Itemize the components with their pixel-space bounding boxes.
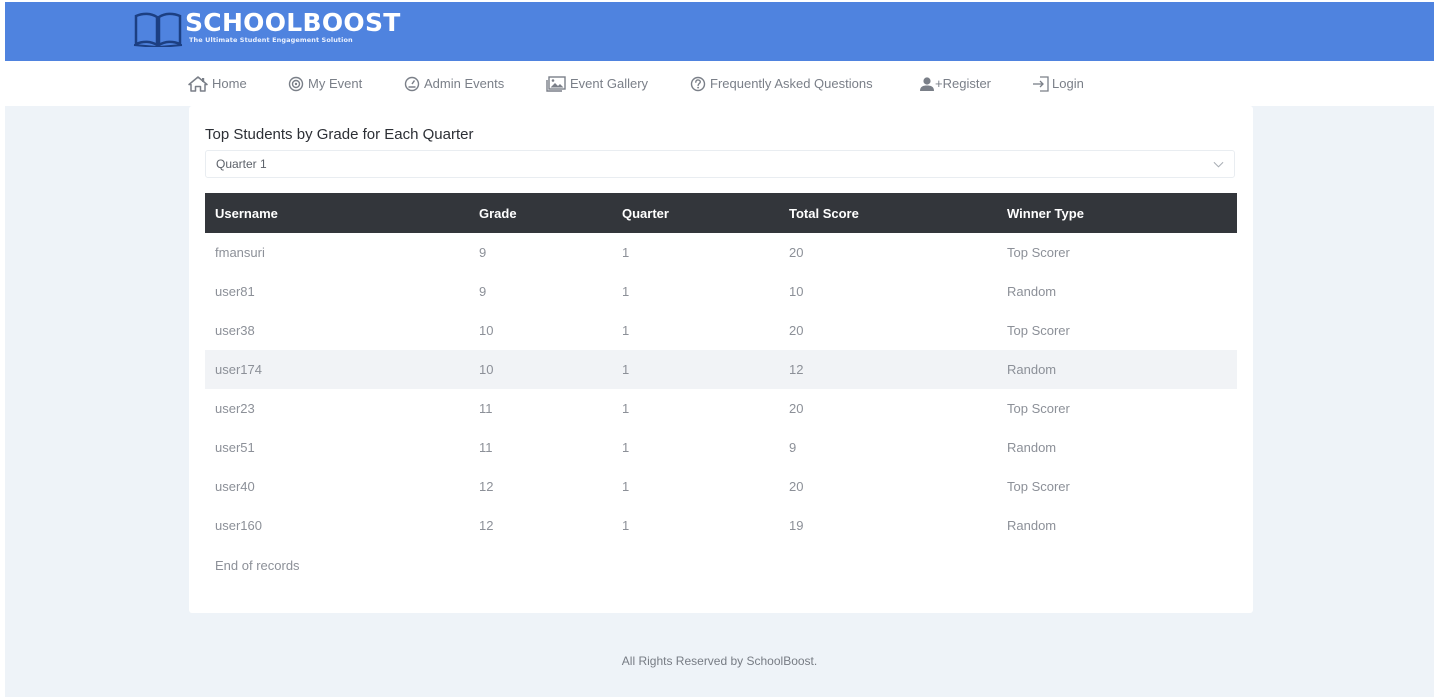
nav-faq-label: Frequently Asked Questions xyxy=(710,76,873,91)
column-header-username[interactable]: Username xyxy=(205,193,469,233)
nav-admin-events[interactable]: Admin Events xyxy=(404,61,504,106)
cell-username: user174 xyxy=(215,362,262,377)
cell-winner-type: Top Scorer xyxy=(1007,401,1070,416)
cell-username: user40 xyxy=(215,479,255,494)
gauge-icon xyxy=(404,76,420,91)
cell-total-score: 9 xyxy=(789,440,797,455)
results-card: Top Students by Grade for Each Quarter Q… xyxy=(189,106,1253,613)
cell-total-score: 20 xyxy=(789,245,804,260)
cell-grade: 9 xyxy=(479,245,487,260)
brand-text: SCHOOLBOOST The Ultimate Student Engagem… xyxy=(185,8,401,45)
cell-winner-type: Random xyxy=(1007,362,1057,377)
cell-quarter: 1 xyxy=(622,479,630,494)
cell-username: user23 xyxy=(215,401,255,416)
footer-text: All Rights Reserved by SchoolBoost. xyxy=(621,654,818,668)
nav-faq[interactable]: Frequently Asked Questions xyxy=(690,61,873,106)
main-nav: Home My Event Admin Events Event Gallery… xyxy=(5,61,1434,106)
nav-my-event[interactable]: My Event xyxy=(288,61,362,106)
nav-home[interactable]: Home xyxy=(188,61,247,106)
question-icon xyxy=(690,76,706,91)
gallery-icon xyxy=(546,75,566,92)
nav-login-label: Login xyxy=(1052,76,1084,91)
column-header-quarter[interactable]: Quarter xyxy=(612,193,779,233)
table-row[interactable]: user23 11 1 20 Top Scorer xyxy=(205,389,1237,428)
cell-winner-type: Top Scorer xyxy=(1007,245,1070,260)
cell-grade: 12 xyxy=(479,479,494,494)
brand-name: SCHOOLBOOST xyxy=(185,8,401,37)
book-icon xyxy=(133,12,183,47)
table-row[interactable]: user160 12 1 19 Random xyxy=(205,506,1237,545)
column-header-winner-type[interactable]: Winner Type xyxy=(997,193,1237,233)
nav-event-gallery-label: Event Gallery xyxy=(570,76,649,91)
quarter-select[interactable]: Quarter 1 xyxy=(205,150,1235,178)
brand-logo[interactable]: SCHOOLBOOST The Ultimate Student Engagem… xyxy=(133,9,401,49)
page-frame: SCHOOLBOOST The Ultimate Student Engagem… xyxy=(5,2,1434,697)
cell-quarter: 1 xyxy=(622,518,630,533)
table-header-row: Username Grade Quarter Total Score Winne… xyxy=(205,193,1237,233)
cell-total-score: 20 xyxy=(789,401,804,416)
top-header: SCHOOLBOOST The Ultimate Student Engagem… xyxy=(5,2,1434,61)
table-row[interactable]: user38 10 1 20 Top Scorer xyxy=(205,311,1237,350)
column-header-grade[interactable]: Grade xyxy=(469,193,612,233)
nav-home-label: Home xyxy=(212,76,247,91)
cell-winner-type: Random xyxy=(1007,284,1057,299)
cell-total-score: 12 xyxy=(789,362,804,377)
brand-tagline: The Ultimate Student Engagement Solution xyxy=(189,36,353,44)
cell-quarter: 1 xyxy=(622,440,630,455)
cell-username: user38 xyxy=(215,323,255,338)
nav-login[interactable]: Login xyxy=(1032,61,1084,106)
chevron-down-icon xyxy=(1213,161,1224,168)
top-students-table: Username Grade Quarter Total Score Winne… xyxy=(205,193,1237,545)
cell-winner-type: Top Scorer xyxy=(1007,479,1070,494)
table-row[interactable]: user174 10 1 12 Random xyxy=(205,350,1237,389)
page-title: Top Students by Grade for Each Quarter xyxy=(205,126,474,143)
column-header-total-score[interactable]: Total Score xyxy=(779,193,997,233)
quarter-select-value: Quarter 1 xyxy=(216,157,267,171)
cell-quarter: 1 xyxy=(622,323,630,338)
cell-winner-type: Random xyxy=(1007,440,1057,455)
table-row[interactable]: user81 9 1 10 Random xyxy=(205,272,1237,311)
nav-event-gallery[interactable]: Event Gallery xyxy=(546,61,648,106)
cell-grade: 11 xyxy=(479,401,493,416)
target-icon xyxy=(288,76,304,91)
cell-quarter: 1 xyxy=(622,284,630,299)
cell-quarter: 1 xyxy=(622,245,630,260)
table-row[interactable]: user40 12 1 20 Top Scorer xyxy=(205,467,1237,506)
cell-username: user81 xyxy=(215,284,255,299)
user-icon xyxy=(920,76,934,91)
nav-my-event-label: My Event xyxy=(308,76,363,91)
cell-username: user160 xyxy=(215,518,262,533)
end-of-records-note: End of records xyxy=(215,558,300,573)
nav-register-label: +Register xyxy=(935,76,991,91)
cell-username: fmansuri xyxy=(215,245,265,260)
home-icon xyxy=(188,75,208,92)
nav-admin-events-label: Admin Events xyxy=(424,76,505,91)
cell-quarter: 1 xyxy=(622,362,630,377)
cell-total-score: 19 xyxy=(789,518,804,533)
table-row[interactable]: user51 11 1 9 Random xyxy=(205,428,1237,467)
cell-username: user51 xyxy=(215,440,255,455)
table-row[interactable]: fmansuri 9 1 20 Top Scorer xyxy=(205,233,1237,272)
login-icon xyxy=(1033,75,1049,92)
cell-grade: 12 xyxy=(479,518,494,533)
cell-total-score: 20 xyxy=(789,323,804,338)
cell-grade: 11 xyxy=(479,440,493,455)
nav-register[interactable]: +Register xyxy=(919,61,991,106)
cell-grade: 9 xyxy=(479,284,487,299)
cell-grade: 10 xyxy=(479,362,494,377)
cell-grade: 10 xyxy=(479,323,494,338)
cell-total-score: 20 xyxy=(789,479,804,494)
cell-total-score: 10 xyxy=(789,284,804,299)
cell-winner-type: Random xyxy=(1007,518,1057,533)
cell-quarter: 1 xyxy=(622,401,630,416)
cell-winner-type: Top Scorer xyxy=(1007,323,1070,338)
